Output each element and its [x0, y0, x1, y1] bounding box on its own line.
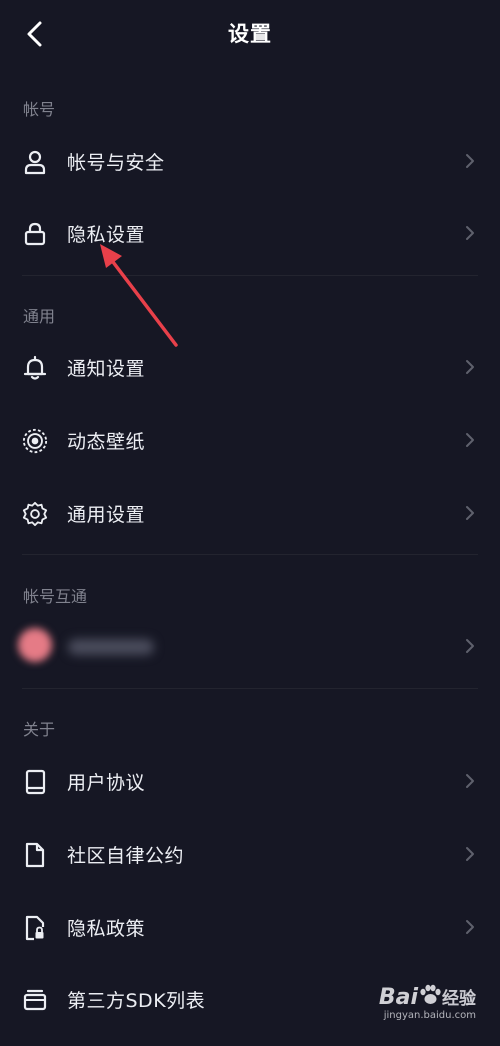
row-user-agreement[interactable]: 用户协议: [0, 745, 500, 817]
section-header-linked-accounts: 帐号互通: [23, 587, 88, 606]
watermark-suffix: 经验: [442, 989, 476, 1009]
row-label: 帐号与安全: [67, 152, 165, 174]
bell-icon: [22, 355, 48, 381]
page-title: 设置: [228, 22, 272, 46]
row-account-security[interactable]: 帐号与安全: [0, 125, 500, 197]
settings-screen: 设置 帐号 帐号与安全 隐私设置 通用 通知设置 动态壁纸 通用设置 帐号互通 …: [0, 0, 500, 1046]
watermark-brand: Bai: [378, 985, 418, 1010]
book-icon: [22, 769, 48, 795]
row-linked-account[interactable]: [0, 610, 500, 682]
privacy-document-icon: [22, 915, 48, 941]
user-icon: [22, 149, 48, 175]
section-divider: [22, 275, 478, 276]
section-divider: [22, 688, 478, 689]
section-header-account: 帐号: [23, 100, 56, 119]
blurred-account-name: [68, 639, 154, 655]
row-privacy-settings[interactable]: 隐私设置: [0, 197, 500, 269]
lock-icon: [22, 221, 48, 247]
chevron-right-icon: [466, 433, 474, 447]
row-community-guidelines[interactable]: 社区自律公约: [0, 818, 500, 890]
gear-icon: [22, 501, 48, 527]
row-label: 动态壁纸: [67, 431, 146, 453]
row-label: 第三方SDK列表: [67, 990, 206, 1012]
chevron-right-icon: [466, 639, 474, 653]
chevron-right-icon: [466, 226, 474, 240]
watermark-logo: Bai 经验 jingyan.baidu.com: [379, 984, 476, 1021]
chevron-right-icon: [466, 920, 474, 934]
section-header-about: 关于: [23, 720, 56, 739]
row-general-settings[interactable]: 通用设置: [0, 477, 500, 549]
card-list-icon: [22, 987, 48, 1013]
live-wallpaper-icon: [22, 428, 48, 454]
watermark-url: jingyan.baidu.com: [383, 1010, 476, 1021]
row-label: 通用设置: [67, 504, 146, 526]
row-label: 隐私政策: [67, 918, 146, 940]
document-icon: [22, 842, 48, 868]
row-label: 用户协议: [67, 772, 146, 794]
chevron-right-icon: [466, 154, 474, 168]
row-notification-settings[interactable]: 通知设置: [0, 331, 500, 403]
chevron-right-icon: [466, 847, 474, 861]
row-privacy-policy[interactable]: 隐私政策: [0, 891, 500, 963]
chevron-right-icon: [466, 506, 474, 520]
row-label: 通知设置: [67, 358, 146, 380]
section-header-general: 通用: [23, 307, 56, 326]
row-live-wallpaper[interactable]: 动态壁纸: [0, 404, 500, 476]
chevron-right-icon: [466, 774, 474, 788]
row-label: 隐私设置: [67, 224, 146, 246]
chevron-right-icon: [466, 360, 474, 374]
top-bar: 设置: [0, 0, 500, 68]
row-label: 社区自律公约: [67, 845, 185, 867]
section-divider: [22, 554, 478, 555]
paw-icon: [420, 984, 441, 1004]
avatar: [18, 628, 52, 662]
